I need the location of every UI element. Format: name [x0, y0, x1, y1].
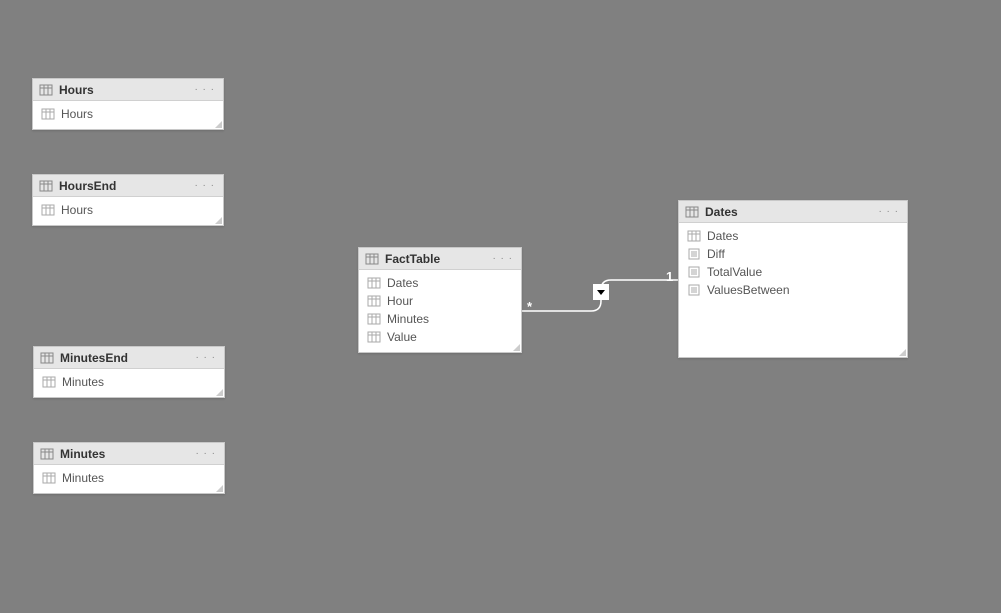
- field-row[interactable]: Diff: [679, 245, 907, 263]
- column-icon: [367, 294, 381, 308]
- table-icon: [40, 351, 54, 365]
- table-fact-table[interactable]: FactTable · · · Dates Hour Minutes Value: [358, 247, 522, 353]
- column-icon: [367, 276, 381, 290]
- table-header[interactable]: Minutes · · ·: [34, 443, 224, 465]
- column-icon: [367, 312, 381, 326]
- resize-handle[interactable]: [512, 343, 520, 351]
- table-icon: [40, 447, 54, 461]
- column-icon: [42, 375, 56, 389]
- field-name: Diff: [707, 247, 725, 261]
- table-more-button[interactable]: · · ·: [192, 180, 217, 191]
- table-body: Hours: [33, 197, 223, 225]
- table-title: Hours: [59, 83, 186, 97]
- table-title: HoursEnd: [59, 179, 186, 193]
- column-icon: [367, 330, 381, 344]
- table-header[interactable]: FactTable · · ·: [359, 248, 521, 270]
- resize-handle[interactable]: [898, 348, 906, 356]
- table-header[interactable]: HoursEnd · · ·: [33, 175, 223, 197]
- field-name: ValuesBetween: [707, 283, 790, 297]
- table-icon: [365, 252, 379, 266]
- column-icon: [41, 107, 55, 121]
- field-name: Minutes: [387, 312, 429, 326]
- table-title: Dates: [705, 205, 870, 219]
- table-body: Dates Hour Minutes Value: [359, 270, 521, 352]
- field-name: Minutes: [62, 471, 104, 485]
- table-dates[interactable]: Dates · · · Dates Diff TotalValue Values…: [678, 200, 908, 358]
- cardinality-one: 1: [666, 269, 673, 284]
- field-name: Minutes: [62, 375, 104, 389]
- field-row[interactable]: TotalValue: [679, 263, 907, 281]
- field-row[interactable]: Minutes: [34, 373, 224, 391]
- field-row[interactable]: Minutes: [34, 469, 224, 487]
- field-row[interactable]: Dates: [359, 274, 521, 292]
- table-icon: [39, 83, 53, 97]
- field-row[interactable]: Value: [359, 328, 521, 346]
- field-name: Hour: [387, 294, 413, 308]
- field-row[interactable]: Dates: [679, 227, 907, 245]
- table-body: Minutes: [34, 369, 224, 397]
- resize-handle[interactable]: [215, 388, 223, 396]
- table-title: Minutes: [60, 447, 187, 461]
- field-row[interactable]: Hours: [33, 201, 223, 219]
- field-name: Value: [387, 330, 417, 344]
- measure-icon: [687, 247, 701, 261]
- table-icon: [685, 205, 699, 219]
- column-icon: [687, 229, 701, 243]
- field-row[interactable]: Hour: [359, 292, 521, 310]
- table-more-button[interactable]: · · ·: [193, 448, 218, 459]
- table-header[interactable]: Dates · · ·: [679, 201, 907, 223]
- table-more-button[interactable]: · · ·: [192, 84, 217, 95]
- field-name: Hours: [61, 107, 93, 121]
- table-title: MinutesEnd: [60, 351, 187, 365]
- cardinality-many: *: [527, 299, 532, 314]
- table-body: Dates Diff TotalValue ValuesBetween: [679, 223, 907, 305]
- filter-direction-icon[interactable]: [593, 284, 609, 300]
- field-name: Dates: [387, 276, 418, 290]
- resize-handle[interactable]: [214, 120, 222, 128]
- measure-icon: [687, 265, 701, 279]
- table-body: Minutes: [34, 465, 224, 493]
- resize-handle[interactable]: [214, 216, 222, 224]
- measure-icon: [687, 283, 701, 297]
- table-more-button[interactable]: · · ·: [876, 206, 901, 217]
- table-header[interactable]: Hours · · ·: [33, 79, 223, 101]
- field-row[interactable]: Minutes: [359, 310, 521, 328]
- table-body: Hours: [33, 101, 223, 129]
- table-minutes-end[interactable]: MinutesEnd · · · Minutes: [33, 346, 225, 398]
- column-icon: [41, 203, 55, 217]
- table-more-button[interactable]: · · ·: [490, 253, 515, 264]
- table-hours-end[interactable]: HoursEnd · · · Hours: [32, 174, 224, 226]
- table-more-button[interactable]: · · ·: [193, 352, 218, 363]
- table-header[interactable]: MinutesEnd · · ·: [34, 347, 224, 369]
- field-name: Hours: [61, 203, 93, 217]
- field-row[interactable]: ValuesBetween: [679, 281, 907, 299]
- table-minutes[interactable]: Minutes · · · Minutes: [33, 442, 225, 494]
- table-title: FactTable: [385, 252, 484, 266]
- column-icon: [42, 471, 56, 485]
- resize-handle[interactable]: [215, 484, 223, 492]
- table-icon: [39, 179, 53, 193]
- field-name: TotalValue: [707, 265, 762, 279]
- field-row[interactable]: Hours: [33, 105, 223, 123]
- table-hours[interactable]: Hours · · · Hours: [32, 78, 224, 130]
- field-name: Dates: [707, 229, 738, 243]
